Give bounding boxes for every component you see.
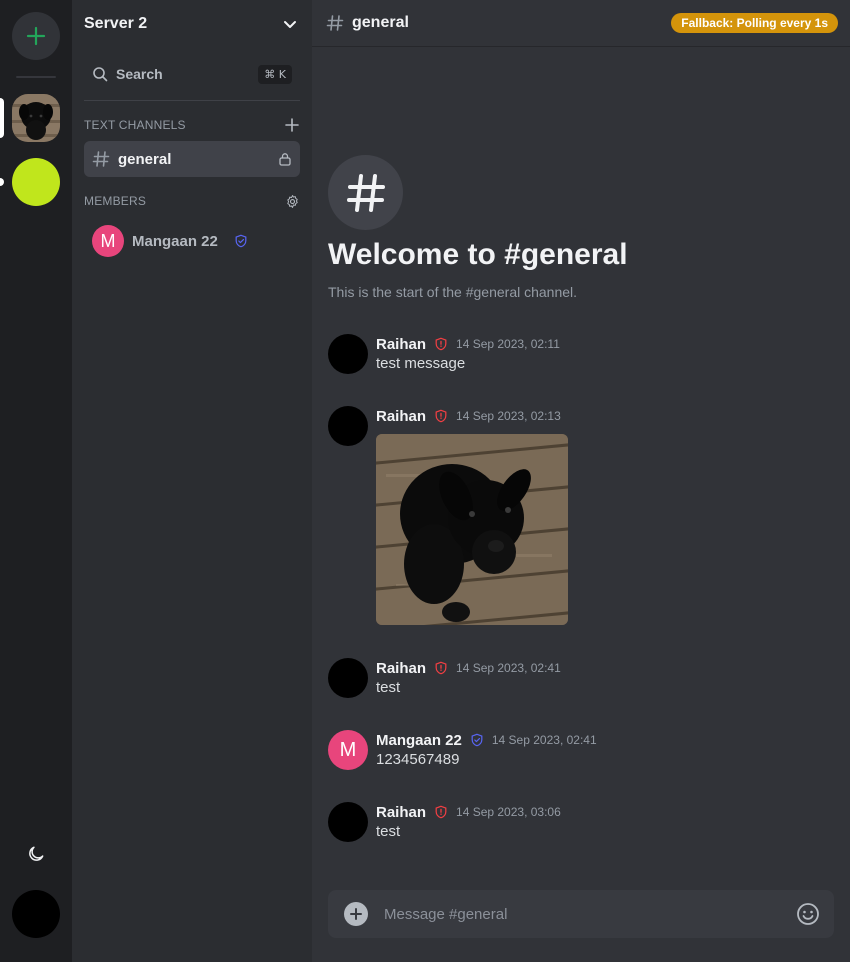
active-server-indicator: [0, 98, 4, 138]
message-avatar[interactable]: [328, 658, 368, 698]
members-title: MEMBERS: [84, 194, 147, 208]
message-timestamp: 14 Sep 2023, 02:41: [456, 661, 561, 675]
server-rail: [0, 0, 72, 962]
channel-item-general[interactable]: general: [84, 141, 300, 177]
message-avatar[interactable]: [328, 406, 368, 446]
message-avatar[interactable]: [328, 334, 368, 374]
plus-icon: [285, 118, 299, 132]
members-header: MEMBERS: [84, 192, 300, 210]
member-avatar: M: [92, 225, 124, 257]
message-item: Raihan 14 Sep 2023, 02:41 test: [328, 658, 828, 700]
message-text: test: [376, 823, 401, 840]
add-channel-button[interactable]: [284, 117, 300, 133]
smiley-icon: [797, 903, 819, 925]
shield-check-icon: [470, 733, 484, 747]
message-input[interactable]: [384, 894, 796, 934]
text-channels-title: TEXT CHANNELS: [84, 118, 186, 132]
message-header: Raihan 14 Sep 2023, 02:11: [376, 334, 560, 354]
lock-icon: [279, 153, 291, 166]
message-text: test message: [376, 355, 466, 372]
unread-indicator: [0, 178, 4, 186]
message-header: Mangaan 22 14 Sep 2023, 02:41: [376, 730, 597, 750]
message-timestamp: 14 Sep 2023, 02:41: [491, 733, 597, 747]
gear-icon: [286, 194, 298, 208]
channel-label: general: [118, 150, 172, 168]
member-item[interactable]: M Mangaan 22: [84, 224, 300, 258]
message-author[interactable]: Raihan: [376, 408, 426, 425]
search-shortcut: ⌘ K: [258, 64, 292, 84]
message-item: Raihan 14 Sep 2023, 02:13: [328, 406, 828, 626]
current-user-avatar[interactable]: [12, 890, 60, 938]
message-header: Raihan 14 Sep 2023, 02:41: [376, 658, 561, 678]
search-label: Search: [116, 66, 163, 82]
puppy-image: [12, 94, 60, 142]
message-timestamp: 14 Sep 2023, 02:11: [456, 337, 560, 351]
plus-icon: [350, 908, 362, 920]
black-puppy-photo: [376, 434, 568, 625]
hashtag-icon: [92, 151, 110, 167]
shield-alert-icon: [434, 805, 448, 819]
message-author[interactable]: Raihan: [376, 660, 426, 677]
message-avatar[interactable]: M: [328, 730, 368, 770]
message-item: M Mangaan 22 14 Sep 2023, 02:41 12345674…: [328, 730, 828, 772]
message-author[interactable]: Raihan: [376, 336, 426, 353]
text-channels-header: TEXT CHANNELS: [84, 116, 300, 134]
hashtag-icon: [326, 15, 344, 31]
channel-sidebar: Server 2 Search ⌘ K TEXT CHANNELS genera…: [72, 0, 312, 962]
welcome-hashtag-icon: [328, 155, 403, 230]
rail-divider: [16, 76, 56, 78]
shield-alert-icon: [434, 409, 448, 423]
plus-icon: [26, 26, 46, 46]
theme-toggle-button[interactable]: [24, 842, 48, 866]
server-name: Server 2: [84, 14, 148, 32]
shield-check-icon: [235, 234, 247, 248]
hashtag-icon: [346, 173, 385, 212]
chat-area: general Fallback: Polling every 1s Welco…: [312, 0, 850, 962]
search-icon: [93, 67, 108, 82]
app-window: Server 2 Search ⌘ K TEXT CHANNELS genera…: [0, 0, 850, 962]
shield-alert-icon: [434, 661, 448, 675]
welcome-title: Welcome to #general: [328, 238, 628, 271]
message-timestamp: 14 Sep 2023, 02:13: [456, 409, 561, 423]
server-icon-puppy[interactable]: [12, 94, 60, 142]
message-avatar[interactable]: [328, 802, 368, 842]
member-settings-button[interactable]: [284, 193, 300, 209]
shield-alert-icon: [434, 337, 448, 351]
message-item: Raihan 14 Sep 2023, 03:06 test: [328, 802, 828, 844]
message-author[interactable]: Mangaan 22: [376, 732, 462, 749]
status-badge: Fallback: Polling every 1s: [671, 13, 838, 33]
add-server-button[interactable]: [12, 12, 60, 60]
message-timestamp: 14 Sep 2023, 03:06: [456, 805, 561, 819]
server-header[interactable]: Server 2: [72, 0, 312, 47]
message-text: test: [376, 679, 401, 696]
message-author[interactable]: Raihan: [376, 804, 426, 821]
chevron-down-icon: [284, 20, 296, 28]
channel-topbar: general Fallback: Polling every 1s: [312, 0, 850, 47]
message-header: Raihan 14 Sep 2023, 02:13: [376, 406, 561, 426]
message-composer: [328, 890, 834, 938]
server-icon-lime[interactable]: [12, 158, 60, 206]
moon-icon: [29, 846, 44, 861]
message-item: Raihan 14 Sep 2023, 02:11 test message: [328, 334, 828, 376]
attach-button[interactable]: [344, 902, 368, 926]
member-name: Mangaan 22: [132, 232, 218, 250]
emoji-button[interactable]: [796, 902, 820, 926]
sidebar-divider: [84, 100, 300, 101]
message-text: 1234567489: [376, 751, 460, 768]
welcome-subtitle: This is the start of the #general channe…: [328, 284, 578, 300]
message-image-attachment[interactable]: [376, 434, 568, 625]
channel-title: general: [352, 14, 409, 31]
search-button[interactable]: Search ⌘ K: [84, 56, 300, 92]
message-header: Raihan 14 Sep 2023, 03:06: [376, 802, 561, 822]
